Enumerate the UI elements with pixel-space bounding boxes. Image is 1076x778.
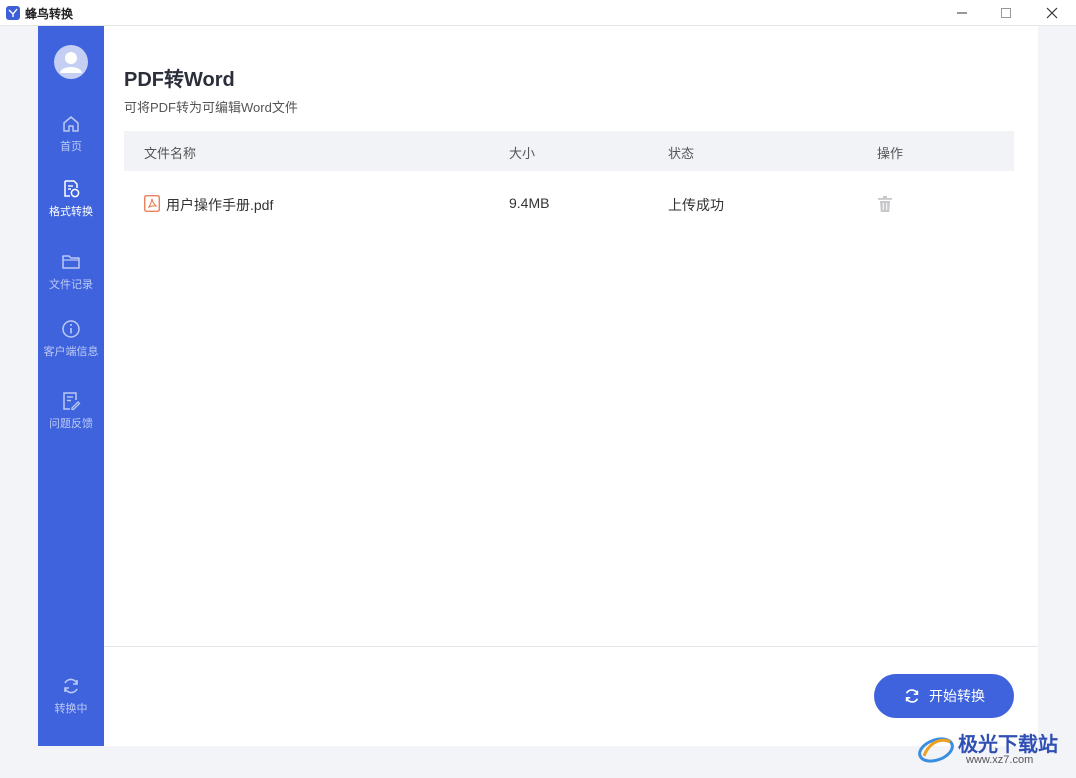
avatar[interactable] xyxy=(54,45,88,79)
convert-icon xyxy=(64,180,80,198)
window-margin xyxy=(1038,26,1076,746)
sidebar-item-label: 首页 xyxy=(60,141,82,153)
column-header-name: 文件名称 xyxy=(144,146,197,161)
file-size: 9.4MB xyxy=(509,195,550,211)
refresh-icon xyxy=(64,678,78,694)
delete-icon[interactable] xyxy=(878,196,892,212)
page-subtitle: 可将PDF转为可编辑Word文件 xyxy=(124,100,298,115)
feedback-icon xyxy=(63,392,81,411)
file-status: 上传成功 xyxy=(668,197,724,213)
maximize-button[interactable] xyxy=(984,0,1028,26)
sidebar: 首页 格式转换 文件记录 客户端信息 问题反馈 转换中 xyxy=(38,26,104,746)
app-logo-icon xyxy=(6,6,20,20)
sidebar-item-label: 格式转换 xyxy=(49,206,93,218)
info-icon xyxy=(62,320,80,338)
sidebar-item-label: 转换中 xyxy=(54,703,88,715)
column-header-size: 大小 xyxy=(509,146,536,161)
watermark-logo-icon xyxy=(918,737,954,763)
page-title: PDF转Word xyxy=(124,69,235,91)
sidebar-item-records[interactable]: 文件记录 xyxy=(38,252,104,308)
column-header-status: 状态 xyxy=(668,146,695,161)
table-row: 用户操作手册.pdf 9.4MB 上传成功 xyxy=(124,186,1014,222)
sidebar-item-label: 问题反馈 xyxy=(49,418,93,430)
watermark-url: www.xz7.com xyxy=(966,754,1034,766)
file-name: 用户操作手册.pdf xyxy=(166,197,274,213)
sidebar-item-client-info[interactable]: 客户端信息 xyxy=(38,319,104,375)
user-icon xyxy=(60,52,82,73)
footer-divider xyxy=(104,646,1038,647)
window-title: 蜂鸟转换 xyxy=(25,7,74,21)
sidebar-item-convert[interactable]: 格式转换 xyxy=(38,179,104,235)
sidebar-item-converting[interactable]: 转换中 xyxy=(38,676,104,732)
close-button[interactable] xyxy=(1030,0,1074,26)
table-header: 文件名称 大小 状态 操作 xyxy=(124,131,1014,171)
minimize-button[interactable] xyxy=(940,0,984,26)
watermark: 极光下载站 www.xz7.com xyxy=(916,724,1072,772)
start-convert-label: 开始转换 xyxy=(929,688,985,704)
pdf-file-icon xyxy=(144,195,160,212)
folder-icon xyxy=(62,255,80,269)
watermark-text: 极光下载站 xyxy=(958,734,1058,756)
home-icon xyxy=(63,116,79,132)
title-bar: 蜂鸟转换 xyxy=(0,0,1076,26)
column-header-action: 操作 xyxy=(877,146,904,161)
refresh-icon xyxy=(905,689,919,703)
sidebar-item-feedback[interactable]: 问题反馈 xyxy=(38,391,104,447)
sidebar-item-label: 客户端信息 xyxy=(43,346,99,358)
start-convert-button[interactable]: 开始转换 xyxy=(874,674,1014,718)
sidebar-item-home[interactable]: 首页 xyxy=(38,114,104,170)
main-panel: PDF转Word 可将PDF转为可编辑Word文件 文件名称 大小 状态 操作 … xyxy=(104,26,1038,746)
sidebar-item-label: 文件记录 xyxy=(49,279,93,291)
